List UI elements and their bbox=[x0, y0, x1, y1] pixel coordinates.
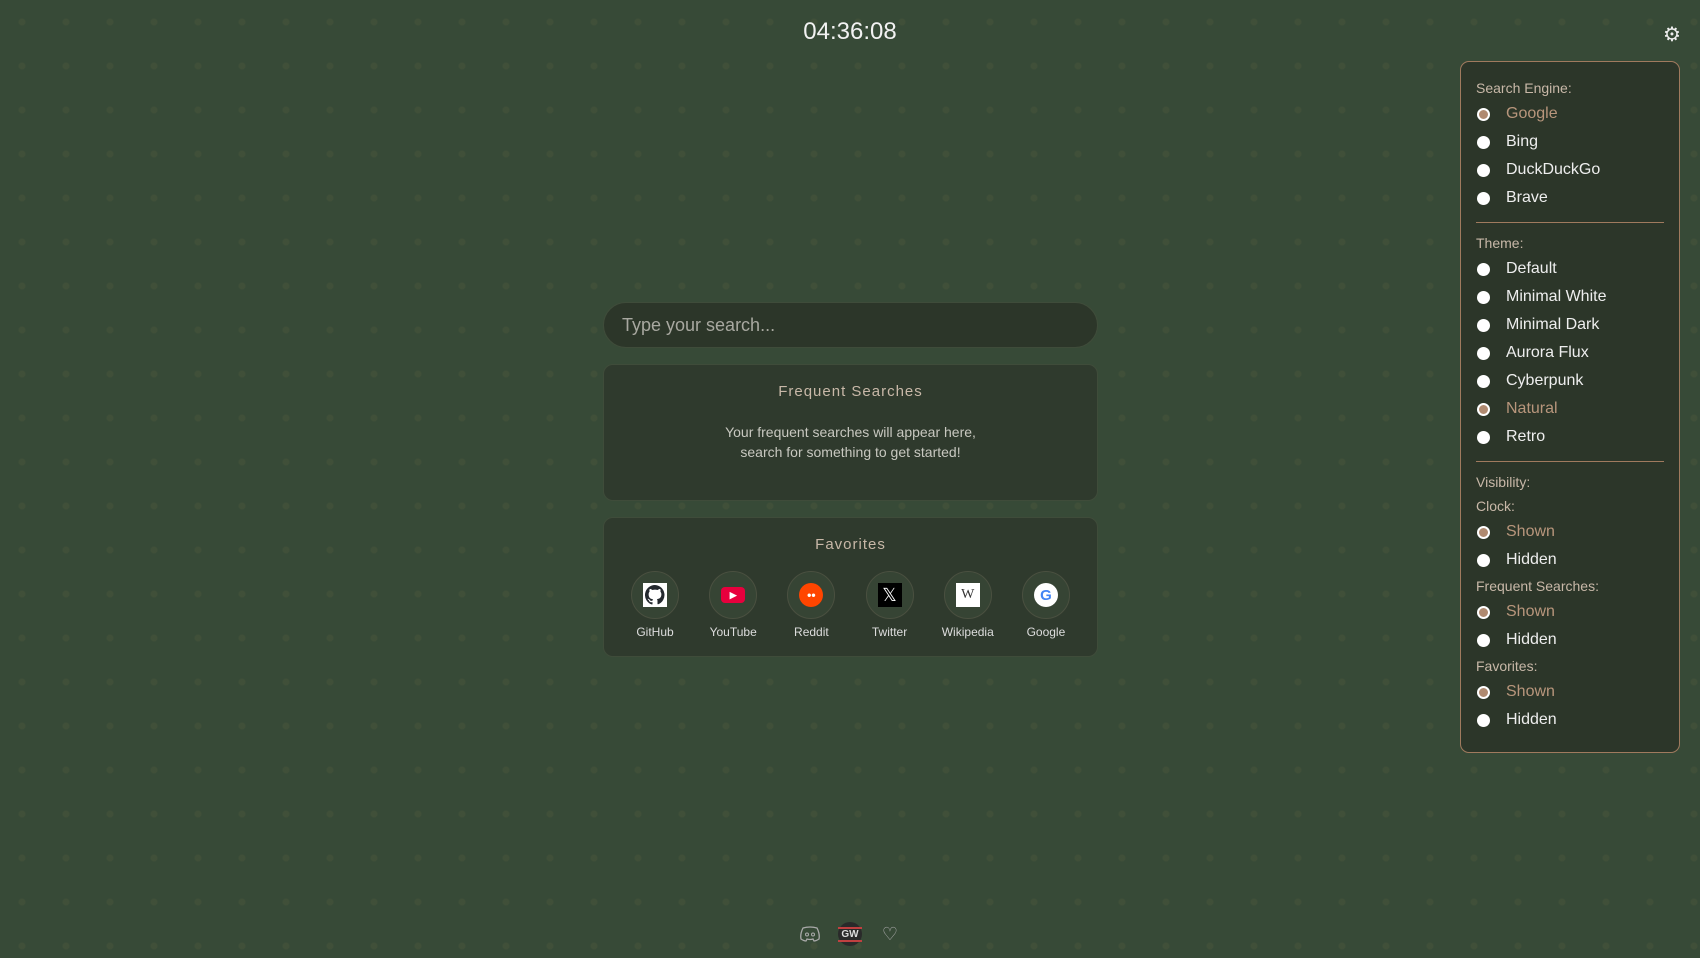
favorite-github[interactable]: GitHub bbox=[626, 571, 684, 639]
divider bbox=[1476, 461, 1664, 462]
favorites-hidden[interactable]: Hidden bbox=[1476, 706, 1664, 734]
engine-duckduckgo[interactable]: DuckDuckGo bbox=[1476, 156, 1664, 184]
favorite-google[interactable]: G Google bbox=[1017, 571, 1075, 639]
theme-minimal-dark[interactable]: Minimal Dark bbox=[1476, 311, 1664, 339]
theme-retro[interactable]: Retro bbox=[1476, 423, 1664, 451]
favorite-wikipedia[interactable]: W Wikipedia bbox=[939, 571, 997, 639]
github-icon bbox=[643, 583, 667, 607]
youtube-icon: ▶ bbox=[721, 587, 746, 603]
google-icon: G bbox=[1033, 583, 1058, 607]
reddit-icon: •• bbox=[799, 583, 824, 607]
clock: 04:36:08 bbox=[803, 18, 897, 45]
gear-icon[interactable]: ⚙ bbox=[1661, 24, 1683, 46]
clock-hidden[interactable]: Hidden bbox=[1476, 546, 1664, 574]
engine-brave[interactable]: Brave bbox=[1476, 184, 1664, 212]
theme-label: Theme: bbox=[1476, 235, 1524, 251]
clock-visibility-label: Clock: bbox=[1476, 498, 1515, 514]
search-engine-label: Search Engine: bbox=[1476, 80, 1572, 96]
favorites-panel: Favorites GitHub ▶ YouTube •• Reddit 𝕏 Twit… bbox=[603, 517, 1098, 657]
theme-cyberpunk[interactable]: Cyberpunk bbox=[1476, 367, 1664, 395]
x-icon: 𝕏 bbox=[877, 583, 902, 607]
wikipedia-icon: W bbox=[955, 583, 980, 607]
frequent-empty-message: Your frequent searches will appear here,… bbox=[725, 424, 976, 460]
frequent-hidden[interactable]: Hidden bbox=[1476, 626, 1664, 654]
clock-shown[interactable]: Shown bbox=[1476, 518, 1664, 546]
theme-minimal-white[interactable]: Minimal White bbox=[1476, 283, 1664, 311]
engine-bing[interactable]: Bing bbox=[1476, 128, 1664, 156]
frequent-visibility-label: Frequent Searches: bbox=[1476, 578, 1599, 594]
theme-natural[interactable]: Natural bbox=[1476, 395, 1664, 423]
frequent-searches-panel: Frequent Searches Your frequent searches… bbox=[603, 364, 1098, 501]
divider bbox=[1476, 222, 1664, 223]
settings-panel: Search Engine: Google Bing DuckDuckGo Br… bbox=[1460, 61, 1680, 753]
search-input[interactable] bbox=[603, 302, 1098, 348]
favorites-shown[interactable]: Shown bbox=[1476, 678, 1664, 706]
frequent-searches-title: Frequent Searches bbox=[778, 383, 923, 400]
favorite-reddit[interactable]: •• Reddit bbox=[782, 571, 840, 639]
visibility-label: Visibility: bbox=[1476, 474, 1531, 490]
frequent-shown[interactable]: Shown bbox=[1476, 598, 1664, 626]
favorite-youtube[interactable]: ▶ YouTube bbox=[704, 571, 762, 639]
favorites-visibility-label: Favorites: bbox=[1476, 658, 1538, 674]
footer: GW ♡ bbox=[0, 922, 1700, 946]
favorites-title: Favorites bbox=[815, 536, 886, 553]
engine-google[interactable]: Google bbox=[1476, 100, 1664, 128]
logo-icon[interactable]: GW bbox=[838, 922, 862, 946]
heart-icon[interactable]: ♡ bbox=[878, 922, 902, 946]
theme-aurora-flux[interactable]: Aurora Flux bbox=[1476, 339, 1664, 367]
favorite-twitter[interactable]: 𝕏 Twitter bbox=[861, 571, 919, 639]
discord-icon[interactable] bbox=[798, 922, 822, 946]
theme-default[interactable]: Default bbox=[1476, 255, 1664, 283]
